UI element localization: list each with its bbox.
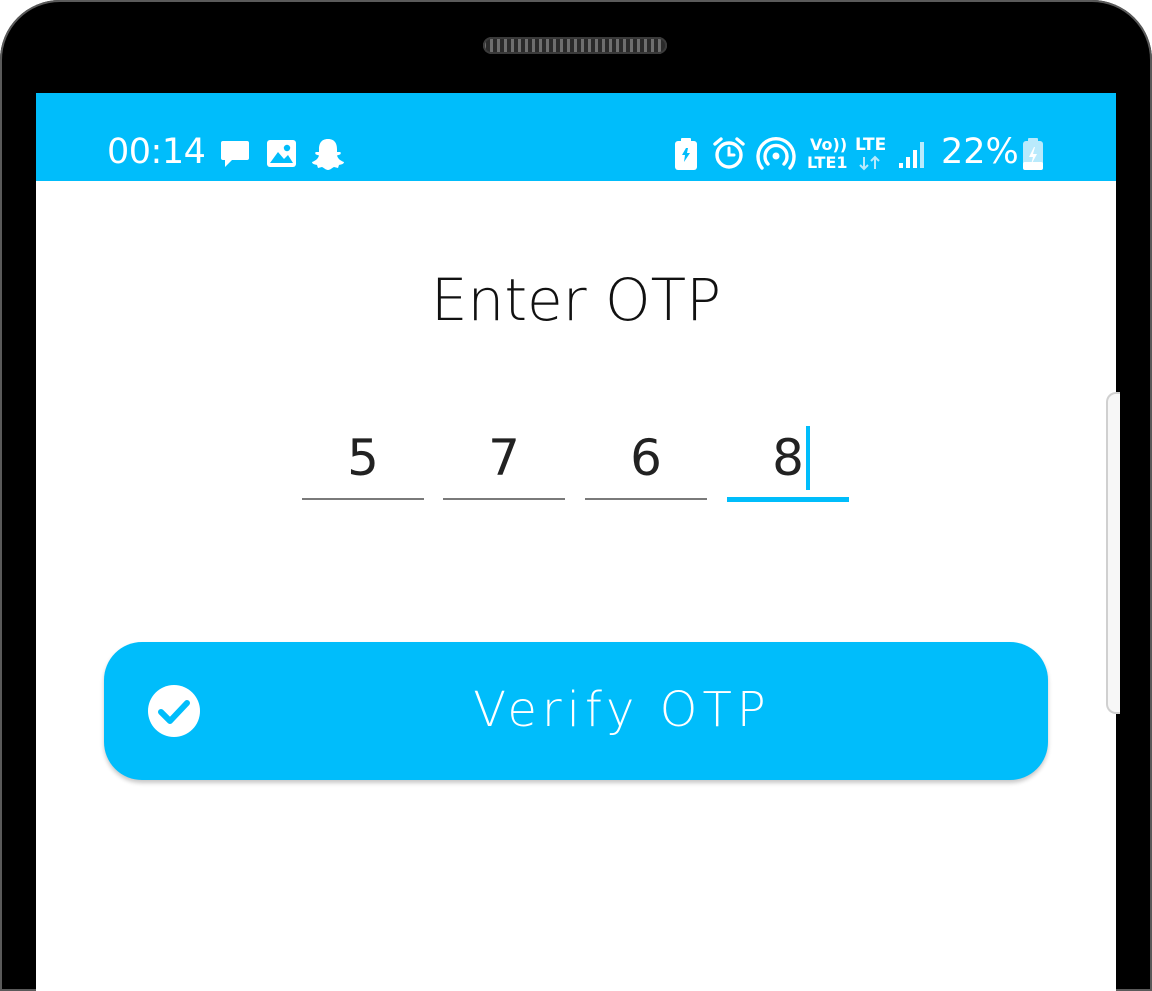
otp-digit: 7	[488, 429, 520, 487]
earpiece-speaker	[483, 37, 667, 54]
otp-digit: 6	[630, 429, 662, 487]
phone-frame: 00:14 Vo)) LTE1 LTE 22% Enter OTP 5 7 6 …	[0, 0, 1152, 991]
otp-underline-active	[727, 497, 849, 502]
lte-label: LTE	[855, 135, 887, 155]
battery-saver-icon	[675, 138, 697, 170]
edge-panel-handle[interactable]	[1106, 392, 1120, 714]
otp-digit: 5	[347, 429, 379, 487]
page-title: Enter OTP	[430, 266, 722, 334]
otp-input-4[interactable]: 8	[727, 418, 849, 502]
battery-percent: 22%	[941, 132, 1019, 172]
image-icon	[267, 140, 296, 167]
snapchat-ghost-icon	[312, 139, 344, 170]
otp-digit: 8	[772, 429, 804, 487]
app-screen: 00:14 Vo)) LTE1 LTE 22% Enter OTP 5 7 6 …	[36, 93, 1116, 991]
text-cursor	[806, 426, 810, 490]
battery-charging-icon	[1023, 138, 1043, 170]
otp-underline	[585, 498, 707, 500]
status-time: 00:14	[107, 132, 206, 172]
lte1-label: LTE1	[807, 153, 848, 172]
alarm-icon	[713, 137, 745, 169]
hotspot-icon	[756, 137, 796, 170]
data-activity-icon	[859, 155, 880, 171]
volte-label: Vo))	[810, 135, 848, 154]
message-icon	[221, 141, 249, 167]
signal-icon	[899, 142, 924, 168]
otp-input-1[interactable]: 5	[302, 418, 424, 500]
verify-otp-button[interactable]: Verify OTP	[104, 642, 1048, 780]
otp-underline	[302, 498, 424, 500]
otp-input-3[interactable]: 6	[585, 418, 707, 500]
status-bar: 00:14 Vo)) LTE1 LTE 22%	[36, 93, 1116, 181]
otp-underline	[443, 498, 565, 500]
verify-otp-label: Verify OTP	[473, 682, 771, 738]
otp-input-2[interactable]: 7	[443, 418, 565, 500]
